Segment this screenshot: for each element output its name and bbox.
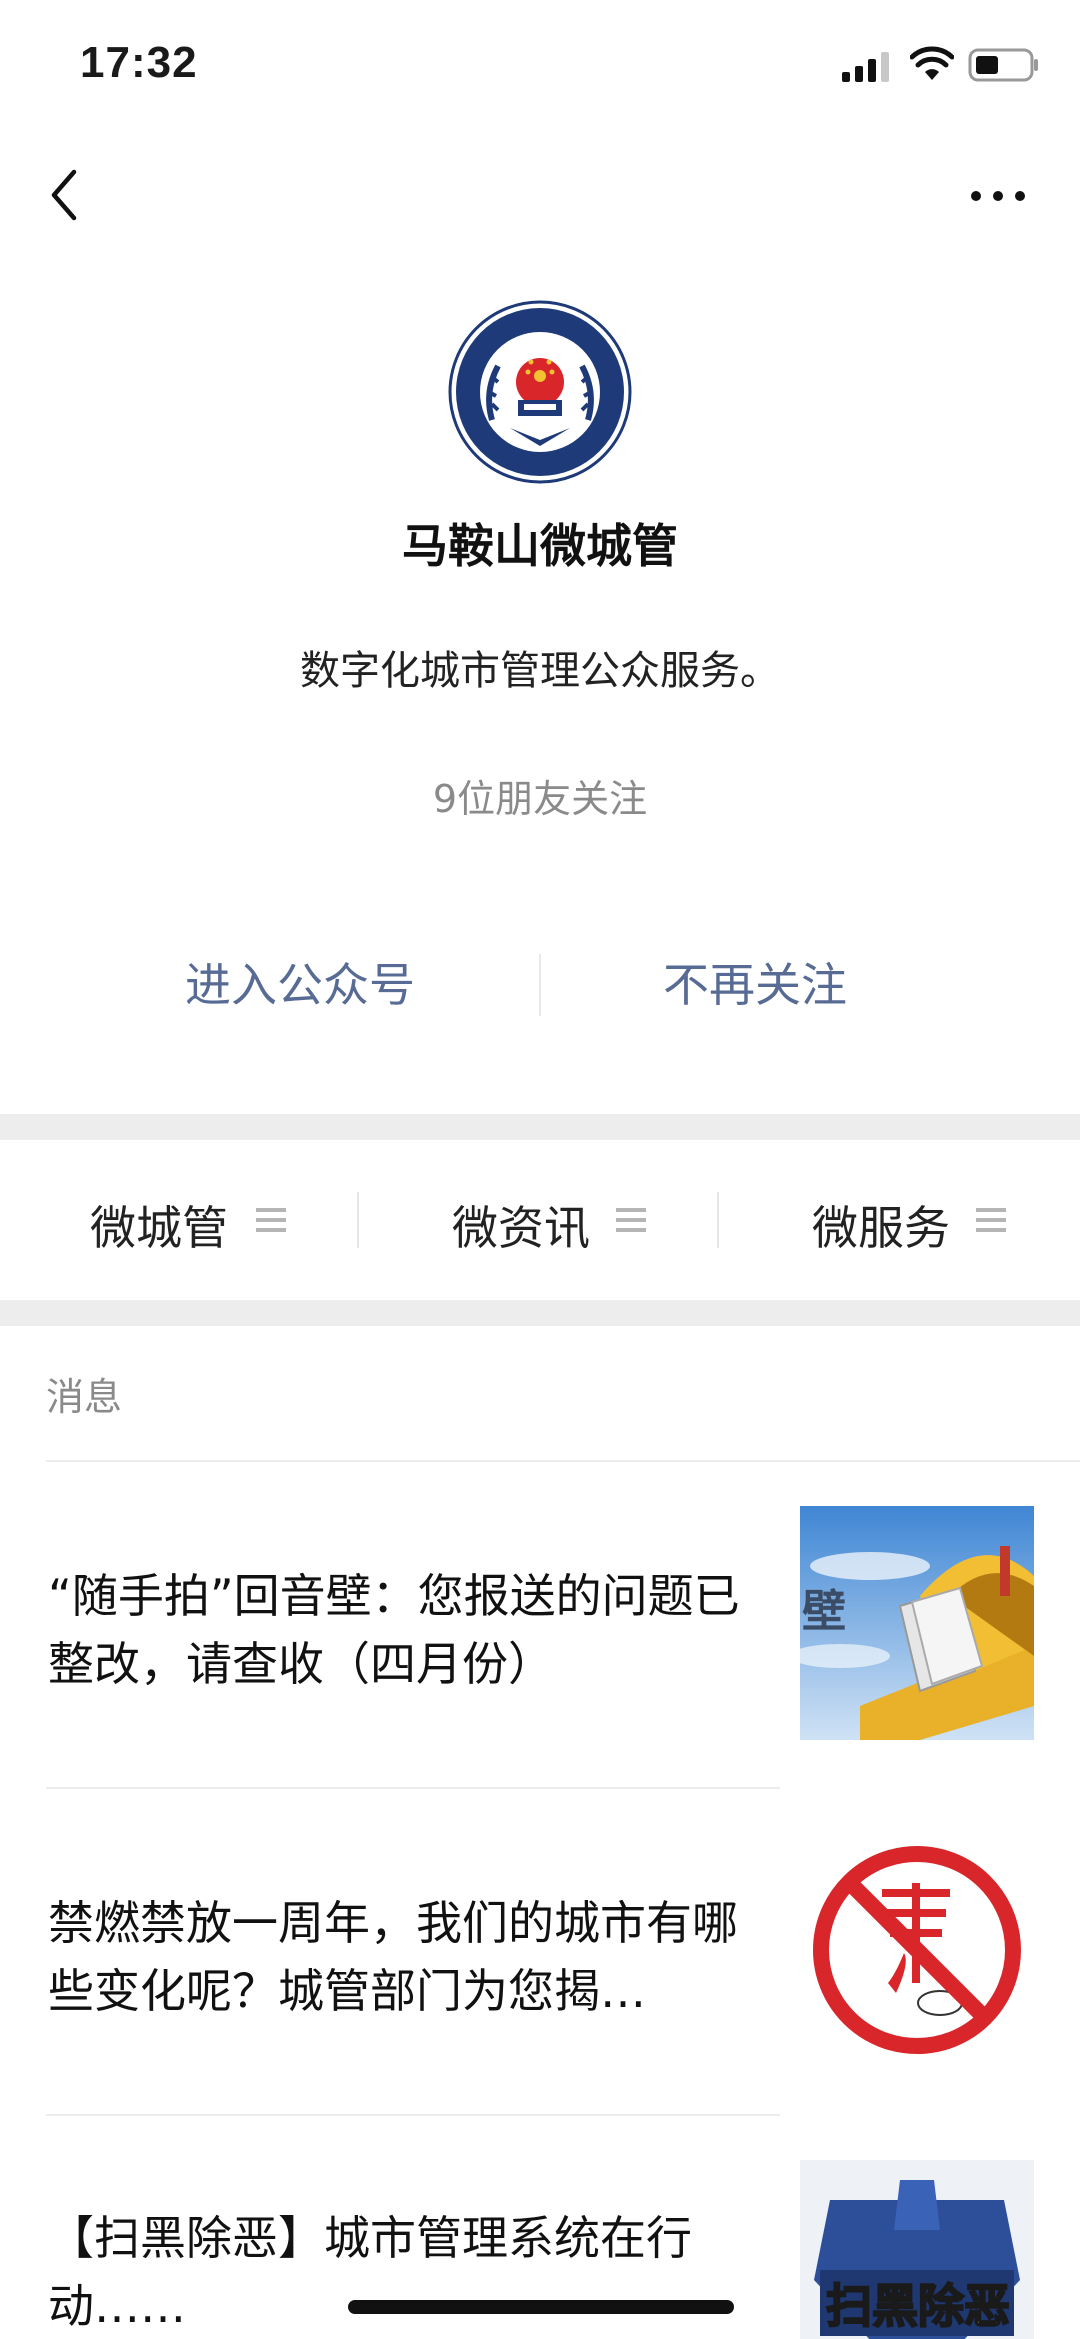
status-bar: 17:32: [0, 0, 1080, 130]
home-indicator[interactable]: [348, 2300, 734, 2314]
menu-separator: [357, 1192, 359, 1248]
anti-crime-image: 扫黑除恶: [800, 2160, 1034, 2339]
svg-text:壁: 壁: [802, 1586, 846, 1637]
mailbox-image: 壁: [800, 1506, 1034, 1740]
menu-label: 微资讯: [452, 1201, 590, 1255]
list-item[interactable]: “随手拍”回音壁：您报送的问题已整改，请查收（四月份） 壁: [0, 1462, 1080, 1787]
menu-item-weizixun[interactable]: 微资讯: [360, 1140, 720, 1300]
enter-account-button[interactable]: 进入公众号: [140, 940, 460, 1030]
list-item[interactable]: 禁燃禁放一周年，我们的城市有哪些变化呢？城管部门为您揭…: [0, 1789, 1080, 2114]
more-icon[interactable]: [966, 178, 1030, 214]
section-divider: [0, 1300, 1080, 1326]
action-row: 进入公众号 不再关注: [0, 940, 1080, 1030]
message-title: 【扫黑除恶】城市管理系统在行动……: [48, 2211, 692, 2333]
menu-item-weifuwu[interactable]: 微服务: [720, 1140, 1080, 1300]
account-description: 数字化城市管理公众服务。: [300, 648, 780, 694]
menu-label: 微城管: [90, 1201, 228, 1255]
section-divider: [0, 1114, 1080, 1140]
signal-icon: [842, 52, 889, 82]
message-title: “随手拍”回音壁：您报送的问题已整改，请查收（四月份）: [48, 1569, 740, 1691]
messages-section: 消息 “随手拍”回音壁：您报送的问题已整改，请查收（四月份） 壁 禁燃禁放一周年…: [0, 1326, 1080, 2339]
menu-label: 微服务: [812, 1201, 950, 1255]
menu-item-weichengguan[interactable]: 微城管: [0, 1140, 360, 1300]
menu-list-icon: [256, 1208, 286, 1232]
back-icon[interactable]: [40, 160, 90, 230]
message-title: 禁燃禁放一周年，我们的城市有哪些变化呢？城管部门为您揭…: [48, 1896, 738, 2018]
thumbnail-text: 扫黑除恶: [825, 2278, 1011, 2334]
battery-icon: [968, 48, 1038, 82]
avatar: [448, 300, 632, 484]
friends-following-count[interactable]: 9位朋友关注: [0, 768, 1080, 823]
unfollow-button[interactable]: 不再关注: [600, 940, 910, 1030]
account-menu-bar: 微城管 微资讯 微服务: [0, 1140, 1080, 1300]
wechat-official-account-profile: 17:32 马鞍山微城管 数字化城市管理公众服务。 9位朋友关注 进入公众号 不…: [0, 0, 1080, 2339]
messages-header: 消息: [46, 1375, 123, 1419]
menu-list-icon: [616, 1208, 646, 1232]
nav-bar: [0, 130, 1080, 260]
account-profile: 马鞍山微城管 数字化城市管理公众服务。 9位朋友关注 进入公众号 不再关注: [0, 260, 1080, 1120]
menu-separator: [717, 1192, 719, 1248]
no-firecrackers-image: [800, 1833, 1034, 2067]
action-divider: [539, 954, 541, 1016]
menu-list-icon: [976, 1208, 1006, 1232]
status-time: 17:32: [80, 38, 198, 87]
wifi-icon: [910, 46, 954, 80]
account-name: 马鞍山微城管: [402, 519, 678, 573]
